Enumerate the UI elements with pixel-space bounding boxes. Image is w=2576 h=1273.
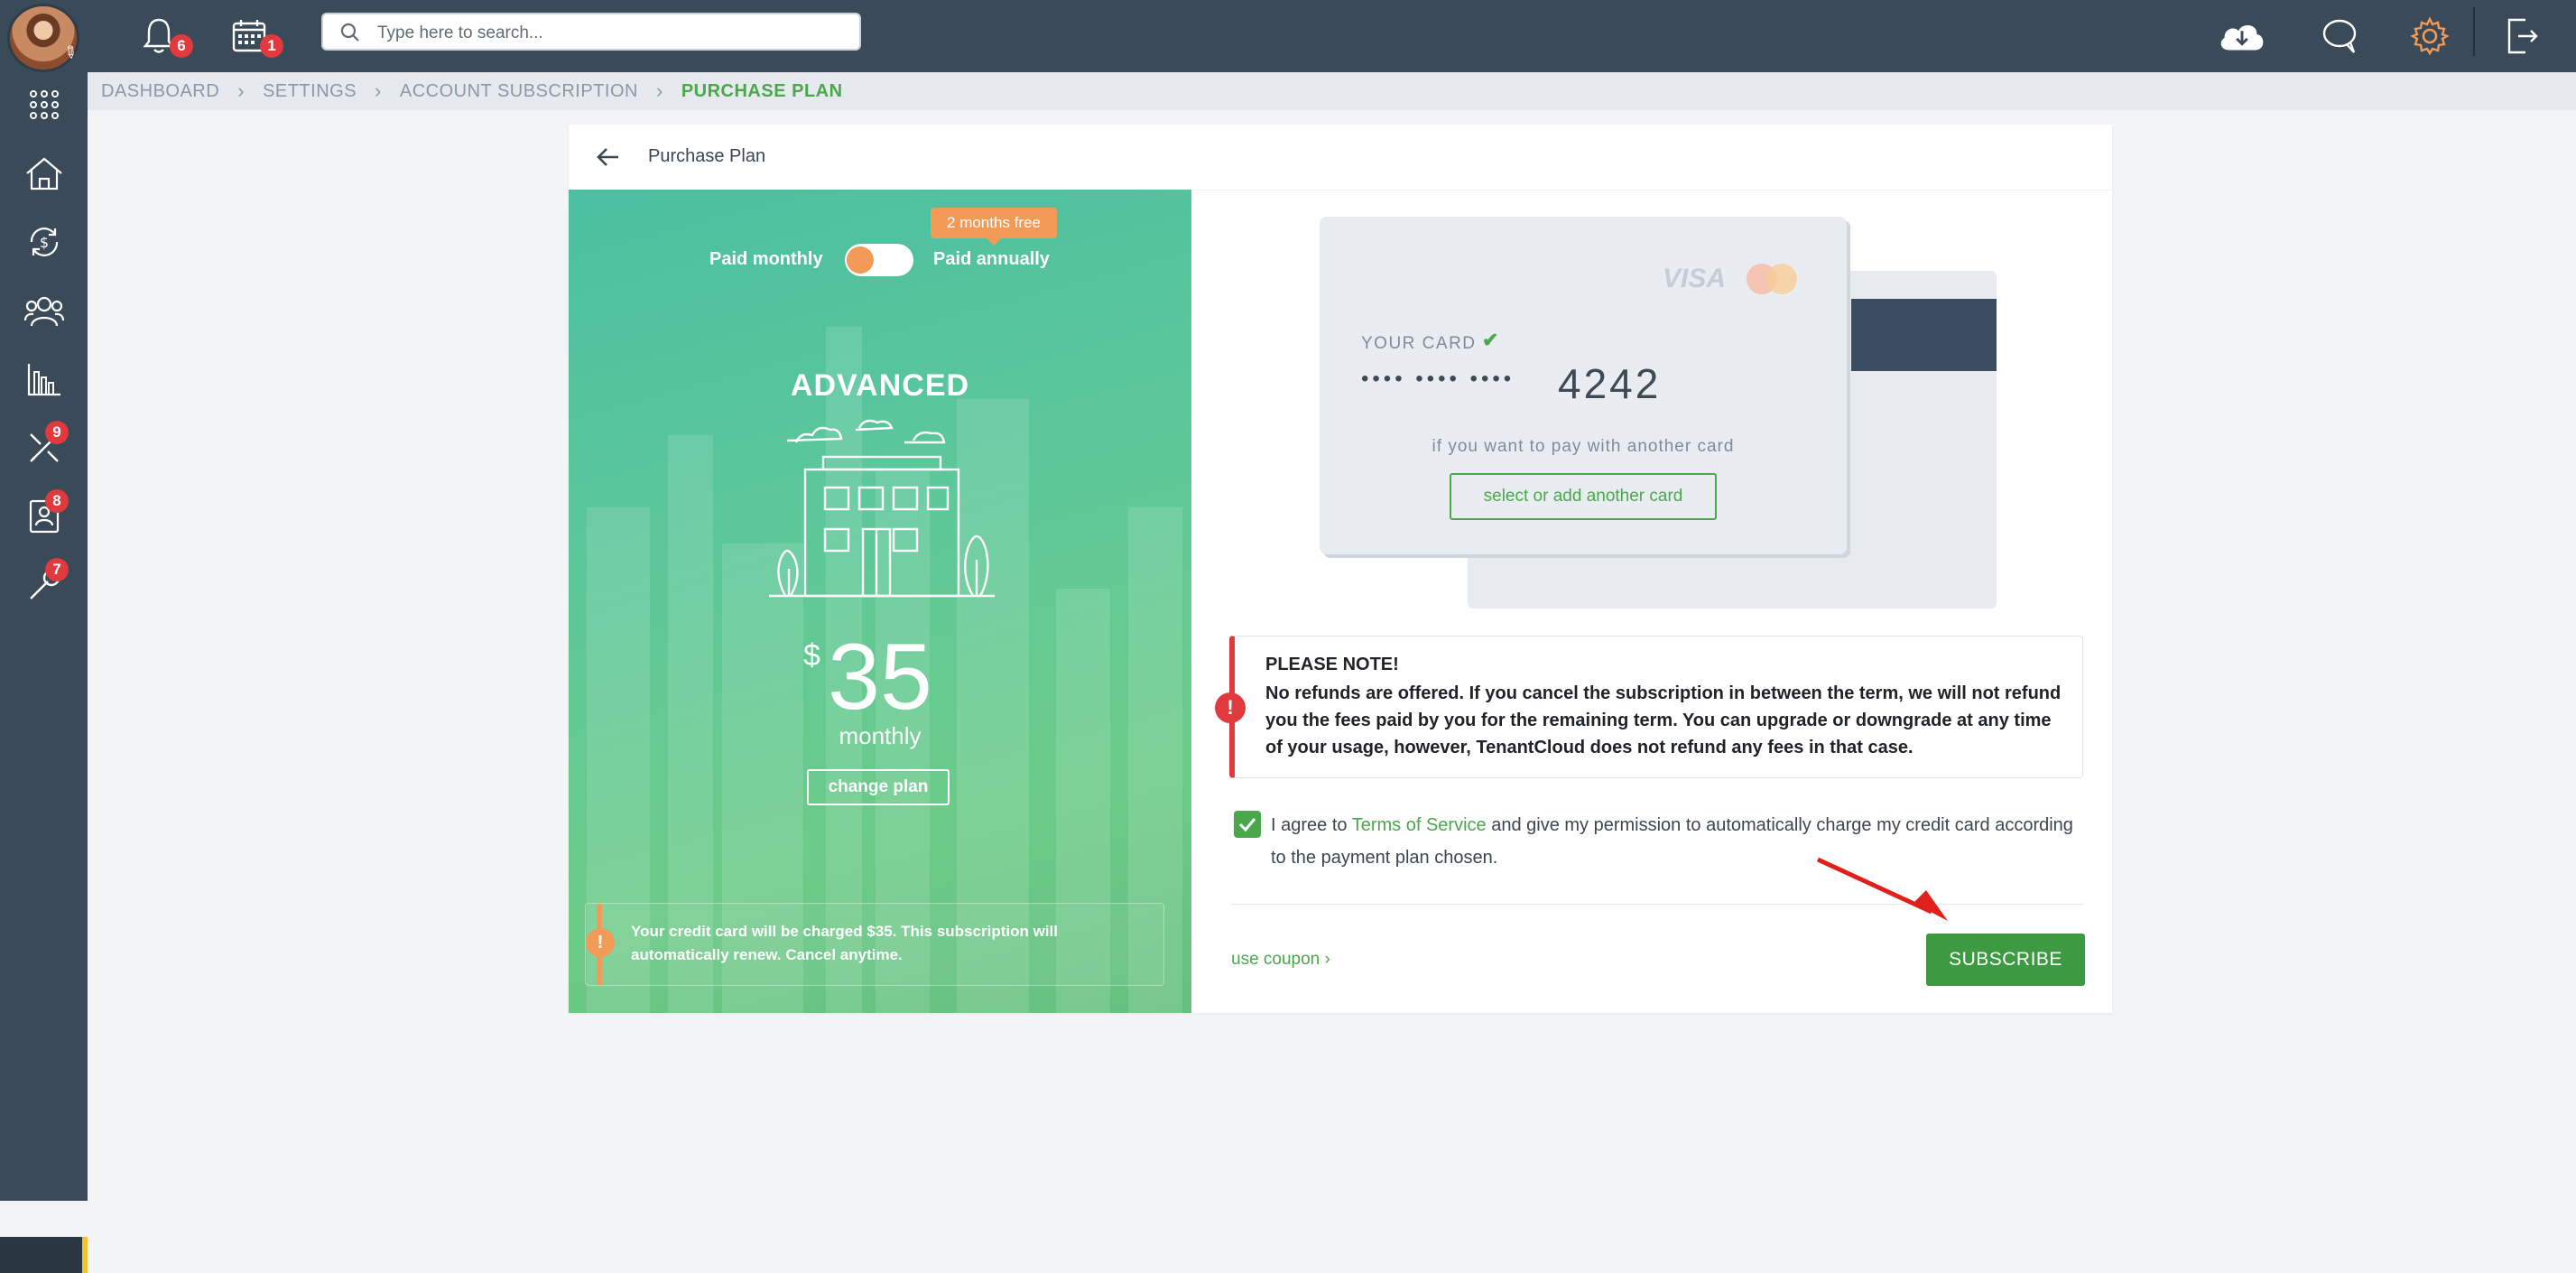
- search-icon: [340, 23, 359, 42]
- search-input[interactable]: [375, 20, 848, 47]
- notice-text: No refunds are offered. If you cancel th…: [1265, 683, 2062, 757]
- use-coupon-link[interactable]: use coupon ›: [1231, 950, 1330, 970]
- download-button[interactable]: [2217, 11, 2267, 61]
- sidebar-item-contacts[interactable]: 8: [0, 484, 88, 549]
- search-box[interactable]: [321, 13, 861, 51]
- paid-monthly-label[interactable]: Paid monthly: [709, 249, 823, 270]
- users-icon: [23, 296, 64, 327]
- saved-card: VISA YOUR CARD ✔ •••• •••• •••• 4242 if …: [1320, 217, 1847, 554]
- breadcrumb: DASHBOARD › SETTINGS › ACCOUNT SUBSCRIPT…: [101, 72, 843, 110]
- breadcrumb-settings[interactable]: SETTINGS: [263, 81, 357, 102]
- breadcrumb-dashboard[interactable]: DASHBOARD: [101, 81, 219, 102]
- check-icon: ✔: [1482, 329, 1499, 351]
- topbar-divider: [2473, 7, 2475, 56]
- cloud-download-icon: [2220, 25, 2264, 51]
- maintenance-badge: 9: [45, 421, 69, 444]
- sidebar-item-maintenance[interactable]: 9: [0, 415, 88, 480]
- select-card-button[interactable]: select or add another card: [1450, 473, 1717, 520]
- chat-button[interactable]: [2314, 11, 2365, 61]
- svg-text:$: $: [39, 234, 48, 251]
- plan-panel: Paid monthly Paid annually 2 months free…: [569, 190, 1191, 1013]
- chevron-right-icon: ›: [375, 79, 382, 102]
- card-last-four: 4242: [1558, 360, 1662, 407]
- support-button[interactable]: [0, 1237, 88, 1273]
- card-header: Purchase Plan: [569, 125, 2112, 190]
- calendar-button[interactable]: 1: [224, 11, 283, 61]
- subscribe-button[interactable]: SUBSCRIBE: [1926, 934, 2085, 986]
- paid-annually-label[interactable]: Paid annually: [933, 249, 1050, 270]
- your-card-label: YOUR CARD: [1361, 334, 1477, 353]
- visa-logo: VISA: [1663, 264, 1727, 293]
- refund-notice: ! PLEASE NOTE! No refunds are offered. I…: [1215, 636, 2083, 778]
- sidebar-item-reports[interactable]: [0, 347, 88, 412]
- billing-period-toggle[interactable]: [845, 244, 913, 276]
- plan-price: 35: [828, 625, 932, 729]
- plan-name: ADVANCED: [790, 368, 970, 403]
- grid-icon: [29, 90, 59, 119]
- terms-of-service-link[interactable]: Terms of Service: [1352, 815, 1487, 835]
- breadcrumb-account-subscription[interactable]: ACCOUNT SUBSCRIPTION: [400, 81, 638, 102]
- notifications-badge: 6: [170, 34, 193, 58]
- sidebar-item-services[interactable]: 7: [0, 553, 88, 618]
- sidebar-item-apps[interactable]: [0, 72, 88, 137]
- masked-card-number: •••• •••• ••••: [1361, 367, 1515, 391]
- billing-toggle-row: Paid monthly Paid annually: [569, 244, 1191, 280]
- gear-icon: [2410, 16, 2450, 56]
- mastercard-logo-icon: [1747, 264, 1797, 294]
- logout-button[interactable]: [2497, 11, 2547, 61]
- sidebar: $ 9 8 7: [0, 72, 88, 1273]
- notice-title: PLEASE NOTE!: [1265, 655, 1399, 674]
- sidebar-item-people[interactable]: [0, 278, 88, 343]
- chevron-right-icon: ›: [237, 79, 246, 102]
- building-icon: [769, 419, 995, 598]
- services-badge: 7: [45, 558, 69, 581]
- back-arrow-icon[interactable]: [596, 144, 621, 170]
- sidebar-item-properties[interactable]: [0, 141, 88, 206]
- billing-period: monthly: [839, 722, 922, 749]
- logout-icon: [2507, 18, 2538, 54]
- charge-notice-text: Your credit card will be charged $35. Th…: [631, 923, 1058, 963]
- calendar-badge: 1: [260, 34, 283, 58]
- contacts-badge: 8: [45, 489, 69, 513]
- alert-icon: !: [586, 928, 615, 957]
- change-plan-button[interactable]: change plan: [807, 769, 950, 805]
- breadcrumb-purchase-plan: PURCHASE PLAN: [681, 80, 843, 101]
- breadcrumb-bar: DASHBOARD › SETTINGS › ACCOUNT SUBSCRIPT…: [88, 72, 2576, 110]
- top-bar: ✎ 6 1: [0, 0, 2576, 72]
- checkmark-icon: [1238, 818, 1256, 832]
- house-icon: [25, 157, 62, 190]
- chevron-right-icon: ›: [655, 79, 663, 102]
- agree-checkbox[interactable]: [1234, 811, 1261, 838]
- agreement-text: I agree to Terms of Service and give my …: [1271, 809, 2083, 874]
- money-cycle-icon: $: [30, 228, 58, 256]
- notifications-button[interactable]: 6: [134, 11, 193, 61]
- free-months-badge: 2 months free: [931, 208, 1057, 246]
- pay-other-card-text: if you want to pay with another card: [1432, 437, 1735, 456]
- pointer-arrow-icon: [1816, 857, 1948, 921]
- toggle-knob: [847, 246, 874, 274]
- alert-icon: !: [1215, 692, 1246, 723]
- chat-icon: [2322, 19, 2357, 53]
- charge-notice: ! Your credit card will be charged $35. …: [585, 903, 1164, 986]
- bar-chart-icon: [27, 364, 60, 396]
- agreement-prefix: I agree to: [1271, 815, 1352, 835]
- card-magnetic-stripe: [1851, 299, 1997, 371]
- settings-button[interactable]: [2405, 11, 2455, 61]
- sidebar-item-payments[interactable]: $: [0, 209, 88, 274]
- page-title: Purchase Plan: [648, 146, 766, 166]
